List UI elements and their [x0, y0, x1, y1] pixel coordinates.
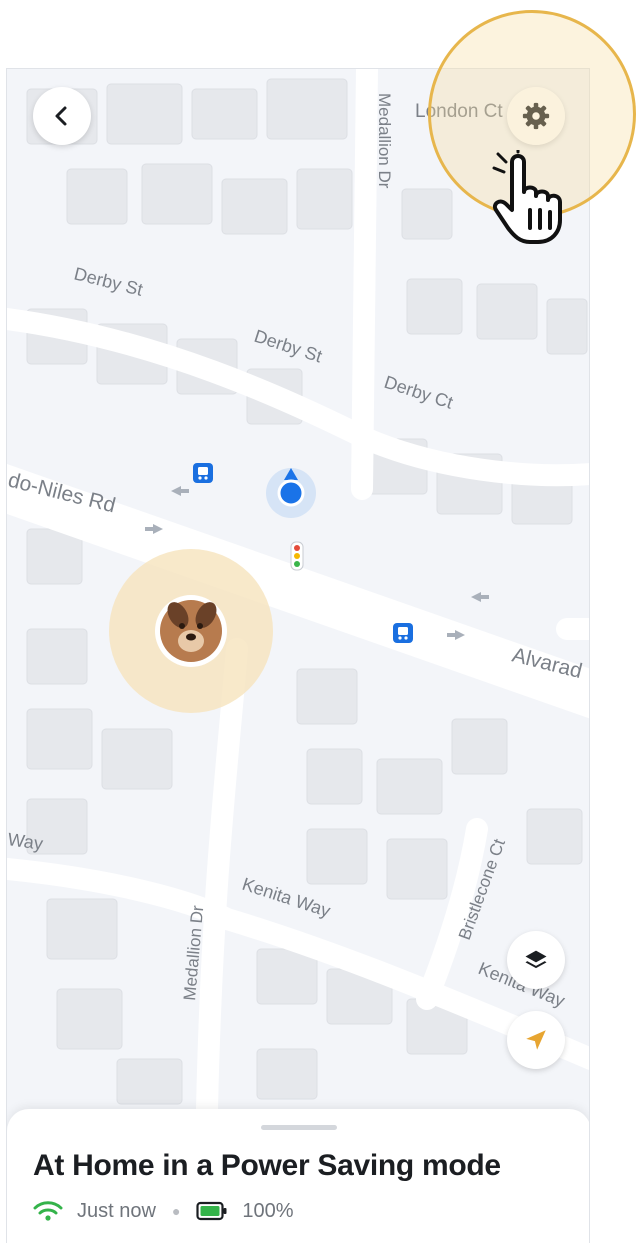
settings-button[interactable]: [507, 87, 565, 145]
street-label-london-ct: London Ct: [415, 101, 503, 122]
traffic-light-icon: [290, 541, 304, 571]
navigation-arrow-icon: [526, 1030, 546, 1050]
map-layers-button[interactable]: [507, 931, 565, 989]
pet-location-marker[interactable]: [109, 549, 273, 713]
street-label-derby-st-2: Derby St: [252, 326, 325, 367]
hand-pointer-cursor-icon: [492, 150, 562, 244]
status-details: Just now ● 100%: [33, 1199, 294, 1223]
street-label-derby-ct: Derby Ct: [382, 372, 456, 413]
street-label-derby-st-1: Derby St: [72, 263, 145, 299]
bus-stop-icon[interactable]: [193, 463, 213, 483]
gear-icon: [522, 102, 550, 130]
sheet-drag-handle[interactable]: [261, 1125, 337, 1130]
wifi-icon: [33, 1201, 63, 1221]
status-title: At Home in a Power Saving mode: [33, 1149, 501, 1182]
street-label-medallion-dr-top: Medallion Dr: [375, 93, 394, 189]
last-updated-text: Just now: [77, 1199, 156, 1222]
my-location-button[interactable]: [507, 1011, 565, 1069]
separator-dot: ●: [171, 1203, 181, 1219]
layers-icon: [525, 950, 547, 969]
battery-icon: [196, 1201, 227, 1221]
battery-level-text: 100%: [242, 1199, 294, 1222]
back-button[interactable]: [33, 87, 91, 145]
street-label-way: Way: [7, 829, 44, 854]
status-bottom-sheet[interactable]: At Home in a Power Saving mode Just now …: [7, 1109, 589, 1243]
chevron-left-icon: [55, 106, 67, 126]
user-location-marker: [266, 468, 316, 518]
bus-stop-icon[interactable]: [393, 623, 413, 643]
